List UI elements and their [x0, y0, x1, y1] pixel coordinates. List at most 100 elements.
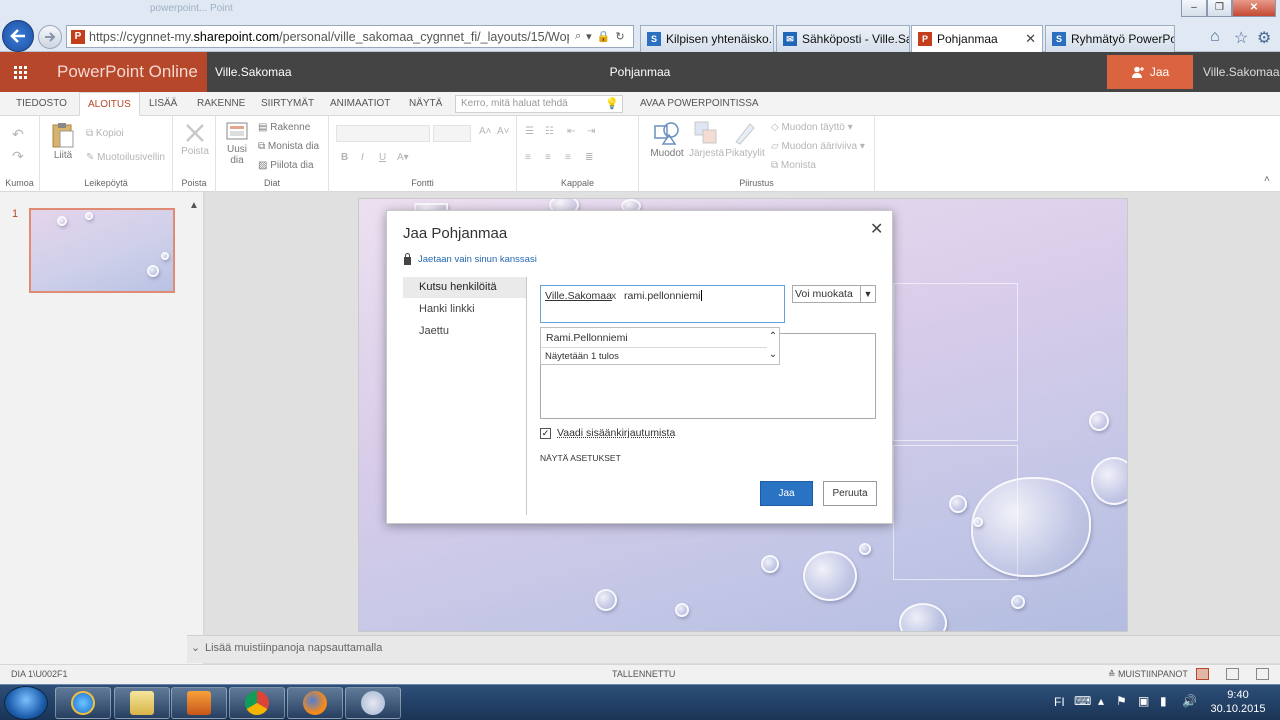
notes-bar[interactable]: ⌄ Lisää muistiinpanoja napsauttamalla: [187, 635, 1280, 663]
bullets-icon[interactable]: ☰: [525, 126, 534, 137]
recipient-token[interactable]: Ville.Sakomaa: [545, 290, 612, 302]
tab-design[interactable]: RAKENNE: [189, 92, 253, 116]
tab-home[interactable]: ALOITUS: [79, 92, 140, 116]
slide-thumbnail[interactable]: [29, 208, 175, 293]
permission-select[interactable]: Voi muokata ▼: [792, 285, 876, 303]
tab-close-icon[interactable]: ✕: [1019, 31, 1036, 47]
grow-font-icon[interactable]: A˄: [479, 126, 492, 137]
browser-tab-3[interactable]: P Pohjanmaa ✕: [911, 25, 1043, 52]
taskbar-firefox[interactable]: [287, 687, 343, 719]
tab-transitions[interactable]: SIIRTYMÄT: [253, 92, 322, 116]
privacy-notice[interactable]: Jaetaan vain sinun kanssasi: [404, 254, 537, 265]
paste-button[interactable]: Liitä: [50, 122, 76, 161]
action-center-flag-icon[interactable]: ⚑: [1116, 694, 1127, 708]
show-hidden-icons-icon[interactable]: ▴: [1098, 694, 1104, 708]
user-name[interactable]: Ville.Sakomaa: [1203, 52, 1280, 92]
italic-icon[interactable]: I: [361, 152, 364, 163]
align-center-icon[interactable]: ≡: [545, 152, 551, 163]
new-slide-button[interactable]: Uusi dia: [224, 120, 250, 166]
tab-file[interactable]: TIEDOSTO: [8, 92, 75, 116]
taskbar-clock[interactable]: 9:40 30.10.2015: [1196, 688, 1280, 716]
dialog-share-button[interactable]: Jaa: [760, 481, 813, 506]
hide-slide-button[interactable]: ▨ Piilota dia: [258, 160, 314, 171]
duplicate-slide-button[interactable]: ⧉ Monista dia: [258, 141, 319, 152]
menu-invite-people[interactable]: Kutsu henkilöitä: [403, 277, 526, 298]
suggestion-item[interactable]: Rami.Pellonniemi: [541, 328, 767, 348]
keyboard-icon[interactable]: ⌨: [1074, 694, 1091, 708]
taskbar-media[interactable]: [171, 687, 227, 719]
chevron-down-icon[interactable]: ⌄: [191, 636, 200, 660]
lock-icon[interactable]: 🔒: [597, 30, 611, 43]
settings-gear-icon[interactable]: ⚙: [1257, 28, 1271, 48]
browser-tab-2[interactable]: ✉ Sähköposti - Ville.Sa...: [776, 25, 910, 52]
layout-button[interactable]: ▤ Rakenne: [258, 122, 310, 133]
window-close-button[interactable]: ✕: [1232, 0, 1276, 17]
home-icon[interactable]: ⌂: [1210, 28, 1220, 46]
forward-button[interactable]: [38, 25, 62, 49]
tab-view[interactable]: NÄYTÄ: [401, 92, 450, 116]
taskbar-chrome[interactable]: [229, 687, 285, 719]
justify-icon[interactable]: ≣: [585, 152, 593, 163]
scroll-down-icon[interactable]: ⌄: [767, 346, 779, 364]
menu-shared-with[interactable]: Jaettu: [403, 321, 526, 342]
normal-view-icon[interactable]: [1196, 668, 1209, 680]
undo-icon[interactable]: ↶: [12, 126, 24, 143]
favorites-star-icon[interactable]: ☆: [1234, 28, 1248, 48]
address-bar[interactable]: P https://cygnnet-my.sharepoint.com/pers…: [66, 25, 634, 48]
close-icon[interactable]: ✕: [870, 219, 883, 239]
redo-icon[interactable]: ↷: [12, 148, 24, 165]
dropdown-icon[interactable]: ▾: [586, 30, 592, 43]
app-launcher-icon[interactable]: [0, 52, 40, 92]
document-title[interactable]: Pohjanmaa: [540, 52, 740, 92]
minimize-button[interactable]: –: [1181, 0, 1207, 17]
underline-icon[interactable]: U: [379, 152, 386, 163]
breadcrumb-user[interactable]: Ville.Sakomaa: [215, 52, 292, 92]
dialog-cancel-button[interactable]: Peruuta: [823, 481, 877, 506]
url-text[interactable]: https://cygnnet-my.sharepoint.com/person…: [89, 30, 569, 44]
font-name-box[interactable]: [336, 125, 430, 142]
arrange-button[interactable]: Järjestä: [689, 120, 723, 159]
align-left-icon[interactable]: ≡: [525, 152, 531, 163]
app-name[interactable]: PowerPoint Online: [40, 52, 207, 92]
notes-toggle[interactable]: ≙ MUISTIINPANOT: [1108, 665, 1188, 684]
share-button[interactable]: Jaa: [1107, 55, 1193, 89]
network-icon[interactable]: ▮: [1160, 694, 1167, 708]
taskbar-paint[interactable]: [345, 687, 401, 719]
remove-recipient-button[interactable]: x: [611, 290, 616, 302]
shape-outline-button[interactable]: ▱ Muodon ääriviiva ▾: [771, 141, 865, 152]
require-signin-checkbox[interactable]: ✓: [540, 428, 551, 439]
placeholder-box[interactable]: [893, 283, 1018, 441]
shrink-font-icon[interactable]: A˅: [497, 126, 510, 137]
shape-fill-button[interactable]: ◇ Muodon täyttö ▾: [771, 122, 853, 133]
tell-me-search[interactable]: Kerro, mitä haluat tehdä 💡: [455, 95, 623, 113]
slideshow-view-icon[interactable]: [1256, 668, 1269, 680]
people-picker-input[interactable]: Ville.Sakomaa x rami.pellonniemi: [540, 285, 785, 323]
shapes-button[interactable]: Muodot: [649, 120, 685, 159]
tab-insert[interactable]: LISÄÄ: [141, 92, 185, 116]
browser-tab-1[interactable]: S Kilpisen yhtenäisko...: [640, 25, 774, 52]
scroll-up-icon[interactable]: ▲: [189, 200, 199, 211]
numbering-icon[interactable]: ☷: [545, 126, 554, 137]
taskbar-ie[interactable]: [55, 687, 111, 719]
require-signin-label[interactable]: Vaadi sisäänkirjautumista: [557, 427, 675, 439]
show-settings-link[interactable]: NÄYTÄ ASETUKSET: [540, 453, 621, 463]
browser-tab-4[interactable]: S Ryhmätyö PowerPo...: [1045, 25, 1175, 52]
back-button[interactable]: [2, 20, 34, 52]
copy-button[interactable]: ⧉ Kopioi: [86, 128, 124, 139]
device-icon[interactable]: ▣: [1138, 694, 1149, 708]
volume-icon[interactable]: 🔊: [1182, 694, 1197, 708]
open-in-powerpoint[interactable]: AVAA POWERPOINTISSA: [632, 92, 767, 116]
search-icon[interactable]: ⌕: [575, 30, 581, 43]
tab-animations[interactable]: ANIMAATIOT: [322, 92, 398, 116]
reading-view-icon[interactable]: [1226, 668, 1239, 680]
decrease-indent-icon[interactable]: ⇤: [567, 126, 575, 137]
quick-styles-button[interactable]: Pikatyylit: [725, 120, 765, 159]
scroll-up-icon[interactable]: ⌃: [767, 328, 779, 346]
start-button[interactable]: [4, 686, 48, 720]
duplicate-shape-button[interactable]: ⧉ Monista: [771, 160, 816, 171]
collapse-ribbon-icon[interactable]: ˄: [1264, 174, 1270, 185]
increase-indent-icon[interactable]: ⇥: [587, 126, 595, 137]
chevron-down-icon[interactable]: ▼: [860, 286, 875, 302]
taskbar-explorer[interactable]: [114, 687, 170, 719]
font-size-box[interactable]: [433, 125, 471, 142]
